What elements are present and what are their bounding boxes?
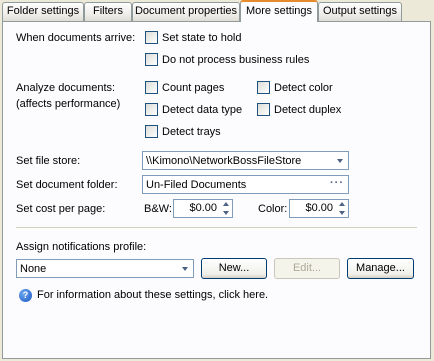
- no-business-rules-label: Do not process business rules: [162, 53, 310, 66]
- detect-data-type-label: Detect data type: [162, 103, 243, 116]
- notifications-profile-value: None: [20, 262, 47, 275]
- detect-data-type-checkbox[interactable]: Detect data type: [145, 103, 242, 116]
- color-cost-stepper[interactable]: $0.00: [289, 199, 349, 218]
- separator: [16, 227, 417, 229]
- checkbox-box[interactable]: [145, 103, 158, 116]
- detect-color-label: Detect color: [274, 81, 333, 94]
- tab-output-settings[interactable]: Output settings: [318, 2, 402, 21]
- bw-label: B&W:: [144, 203, 172, 215]
- manage-button[interactable]: Manage...: [347, 258, 414, 279]
- bw-cost-value: $0.00: [189, 202, 217, 214]
- color-cost-value: $0.00: [305, 202, 333, 214]
- cost-label: Set cost per page:: [16, 203, 106, 215]
- stepper-arrows-icon[interactable]: [221, 202, 230, 215]
- help-icon[interactable]: ?: [19, 289, 32, 302]
- color-label: Color:: [258, 203, 288, 215]
- detect-duplex-label: Detect duplex: [274, 103, 342, 116]
- chevron-down-icon[interactable]: [334, 155, 345, 166]
- detect-trays-checkbox[interactable]: Detect trays: [145, 125, 221, 138]
- notifications-label: Assign notifications profile:: [16, 241, 147, 253]
- file-store-label: Set file store:: [16, 155, 81, 167]
- checkbox-box[interactable]: [145, 81, 158, 94]
- tab-more-settings[interactable]: More settings: [240, 0, 318, 22]
- checkbox-box[interactable]: [257, 103, 270, 116]
- more-settings-panel: When documents arrive: Set state to hold…: [2, 21, 431, 359]
- file-store-value: \\Kimono\NetworkBossFileStore: [146, 154, 302, 167]
- doc-folder-value: Un-Filed Documents: [146, 178, 247, 191]
- new-button[interactable]: New...: [201, 258, 267, 279]
- doc-folder-label: Set document folder:: [16, 179, 118, 191]
- file-store-dropdown[interactable]: \\Kimono\NetworkBossFileStore: [142, 151, 349, 170]
- help-link[interactable]: For information about these settings, cl…: [37, 289, 268, 301]
- analyze-note: (affects performance): [16, 98, 121, 110]
- browse-ellipsis-icon[interactable]: ···: [330, 177, 344, 189]
- arrive-label: When documents arrive:: [16, 32, 136, 44]
- no-business-rules-checkbox[interactable]: Do not process business rules: [145, 53, 309, 66]
- detect-duplex-checkbox[interactable]: Detect duplex: [257, 103, 341, 116]
- doc-folder-field[interactable]: Un-Filed Documents ···: [142, 175, 349, 194]
- count-pages-checkbox[interactable]: Count pages: [145, 81, 224, 94]
- checkbox-box[interactable]: [145, 53, 158, 66]
- tab-document-properties[interactable]: Document properties: [132, 2, 240, 21]
- set-state-hold-checkbox[interactable]: Set state to hold: [145, 31, 242, 44]
- detect-trays-label: Detect trays: [162, 125, 221, 138]
- chevron-down-icon[interactable]: [179, 263, 190, 274]
- tab-filters[interactable]: Filters: [84, 2, 132, 21]
- count-pages-label: Count pages: [162, 81, 225, 94]
- edit-button[interactable]: Edit...: [274, 258, 340, 279]
- set-state-hold-label: Set state to hold: [162, 31, 242, 44]
- tab-folder-settings[interactable]: Folder settings: [2, 2, 84, 21]
- checkbox-box[interactable]: [145, 125, 158, 138]
- stepper-arrows-icon[interactable]: [337, 202, 346, 215]
- detect-color-checkbox[interactable]: Detect color: [257, 81, 333, 94]
- checkbox-box[interactable]: [145, 31, 158, 44]
- analyze-label: Analyze documents:: [16, 82, 116, 94]
- bw-cost-stepper[interactable]: $0.00: [173, 199, 233, 218]
- checkbox-box[interactable]: [257, 81, 270, 94]
- tab-strip: Folder settings Filters Document propert…: [2, 0, 432, 22]
- notifications-profile-dropdown[interactable]: None: [16, 259, 194, 278]
